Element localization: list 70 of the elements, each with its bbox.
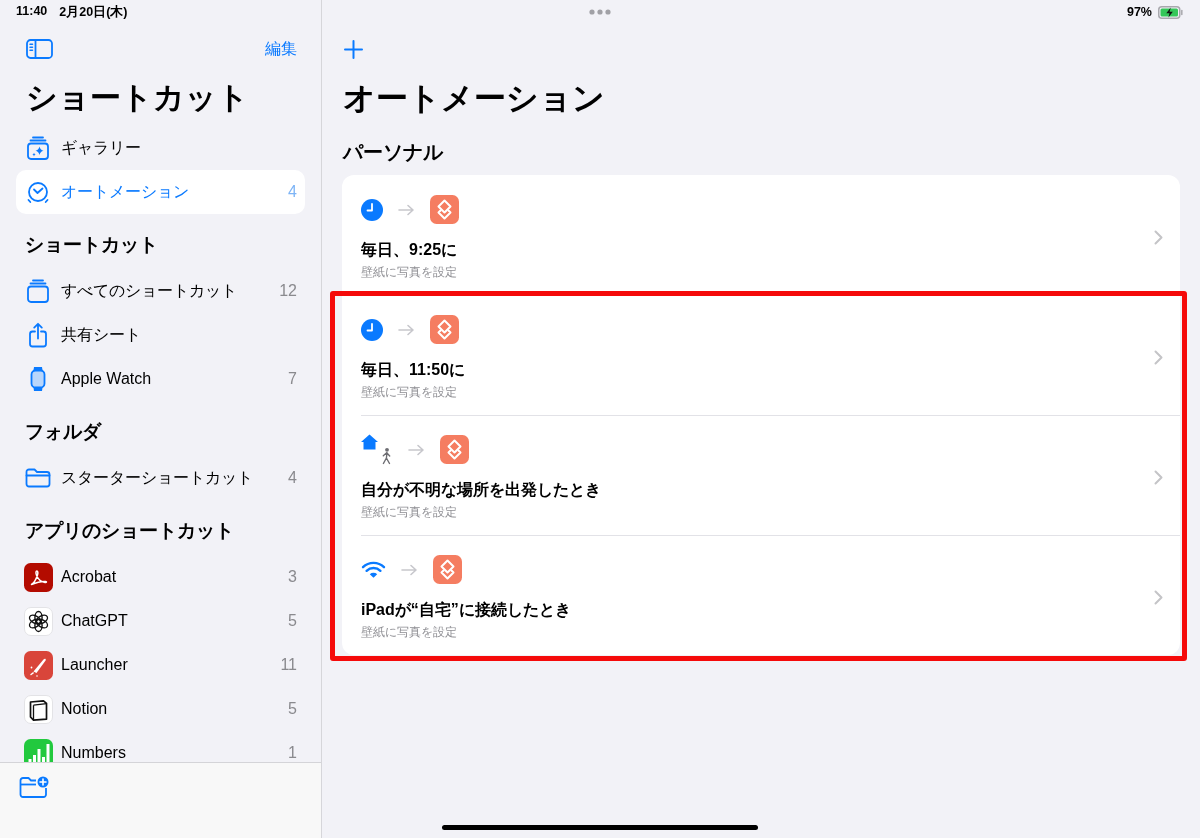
item-count: 5 xyxy=(288,612,297,630)
layers-app-icon xyxy=(440,435,469,464)
house-person-icon xyxy=(361,434,393,465)
sidebar-item[interactable]: すべてのショートカット 12 xyxy=(16,269,305,313)
arrow-icon xyxy=(408,443,425,456)
battery-percent: 97% xyxy=(1126,5,1152,19)
item-count: 12 xyxy=(279,282,297,300)
stacked-squares-icon xyxy=(27,279,49,303)
clock-icon xyxy=(361,198,383,221)
sidebar-item[interactable]: オートメーション 4 xyxy=(16,170,305,214)
status-date: 2月20日(木) xyxy=(59,3,128,21)
layers-app-icon xyxy=(430,195,459,224)
page-title: オートメーション xyxy=(343,79,606,118)
chevron-right-icon xyxy=(1154,230,1163,245)
section-heading: パーソナル xyxy=(343,140,445,165)
chevron-right-icon xyxy=(1154,350,1163,365)
arrow-icon xyxy=(398,323,415,336)
arrow-icon xyxy=(398,203,415,216)
status-time: 11:40 xyxy=(16,3,48,20)
folder-plus-icon[interactable] xyxy=(19,776,49,799)
share-icon xyxy=(28,322,48,348)
plus-icon[interactable] xyxy=(344,39,363,59)
automation-subtitle: 壁紙に写真を設定 xyxy=(361,624,458,640)
item-count: 4 xyxy=(288,469,297,487)
folder-icon xyxy=(25,468,51,488)
item-count: 4 xyxy=(288,183,297,201)
automation-title: 自分が不明な場所を出発したとき xyxy=(361,480,602,500)
item-count: 3 xyxy=(288,568,297,586)
sidebar-item[interactable]: Acrobat 3 xyxy=(16,555,305,599)
item-count: 7 xyxy=(288,370,297,388)
sidebar-item[interactable]: Launcher 11 xyxy=(16,643,305,687)
layers-app-icon xyxy=(430,315,459,344)
automation-title: 毎日、9:25に xyxy=(361,240,459,260)
automation-title: 毎日、11:50に xyxy=(361,360,467,380)
wifi-icon xyxy=(361,560,386,579)
box-app-icon xyxy=(23,694,53,724)
pen-app-icon xyxy=(23,650,53,680)
atom-app-icon xyxy=(23,606,53,636)
section-heading: ショートカット xyxy=(25,233,159,257)
sidebar-toggle-icon[interactable] xyxy=(26,39,53,59)
item-count: 1 xyxy=(288,744,297,762)
automation-row[interactable]: iPadが“自宅”に接続したとき 壁紙に写真を設定 xyxy=(342,535,1180,655)
sidebar-item[interactable]: スターターショートカット 4 xyxy=(16,456,305,500)
automation-subtitle: 壁紙に写真を設定 xyxy=(361,504,458,520)
arrow-icon xyxy=(401,563,418,576)
sidebar-item[interactable]: 共有シート xyxy=(16,313,305,357)
chevron-right-icon xyxy=(1154,470,1163,485)
alarm-clock-icon xyxy=(26,180,50,204)
chevron-right-icon xyxy=(1154,590,1163,605)
sidebar-title: ショートカット xyxy=(26,79,250,117)
clock-icon xyxy=(361,318,383,341)
sidebar-item[interactable]: Notion 5 xyxy=(16,687,305,731)
item-count: 5 xyxy=(288,700,297,718)
item-count: 11 xyxy=(280,656,297,674)
section-heading: フォルダ xyxy=(25,420,103,444)
automation-row[interactable]: 自分が不明な場所を出発したとき 壁紙に写真を設定 xyxy=(342,415,1180,535)
sidebar-item[interactable]: ギャラリー xyxy=(16,126,305,170)
automation-subtitle: 壁紙に写真を設定 xyxy=(361,384,458,400)
more-dots-icon[interactable] xyxy=(588,9,611,15)
automation-title: iPadが“自宅”に接続したとき xyxy=(361,600,572,620)
edit-button[interactable]: 編集 xyxy=(265,39,297,59)
automation-subtitle: 壁紙に写真を設定 xyxy=(361,264,458,280)
sidebar-item[interactable]: ChatGPT 5 xyxy=(16,599,305,643)
watch-icon xyxy=(30,366,46,392)
section-heading: アプリのショートカット xyxy=(25,519,235,543)
sparkle-square-icon xyxy=(27,136,49,160)
swirl-app-icon xyxy=(23,562,53,592)
layers-app-icon xyxy=(433,555,462,584)
sidebar-item[interactable]: Apple Watch 7 xyxy=(16,357,305,401)
automation-row[interactable]: 毎日、11:50に 壁紙に写真を設定 xyxy=(342,295,1180,415)
